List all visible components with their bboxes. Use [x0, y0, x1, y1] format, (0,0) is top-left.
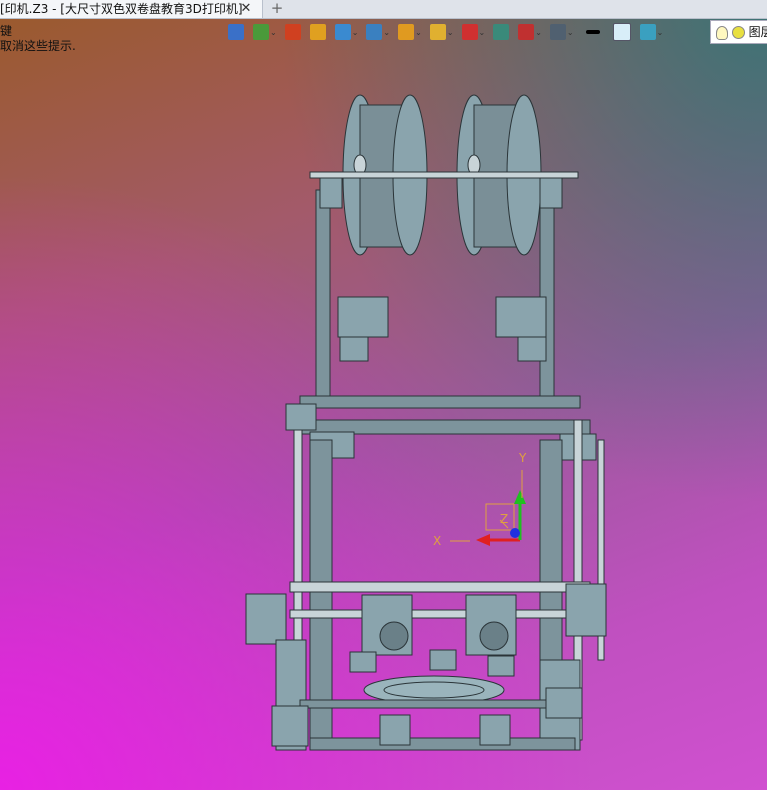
axis-label-y: Y: [519, 451, 527, 465]
left-z-motor: [245, 593, 287, 645]
chevron-down-icon[interactable]: ⌄: [447, 28, 454, 37]
pen-tool-icon: [284, 24, 301, 40]
toolbar-button-face[interactable]: [309, 22, 333, 42]
copy-shape-icon: [366, 24, 383, 40]
rotate-view-icon: [461, 24, 478, 40]
bottom-frame: [309, 737, 576, 751]
toolbar-button-view-fit[interactable]: [493, 22, 516, 42]
spool-rod: [309, 171, 579, 179]
layer-control[interactable]: 图层: [710, 20, 767, 44]
workplane-icon: [253, 24, 269, 40]
exit-sketch-icon: [228, 24, 244, 40]
toolbar-button-zoom[interactable]: ⌄: [429, 22, 460, 42]
toolbar-button-face-color[interactable]: [612, 22, 638, 42]
face-color-icon: [612, 23, 631, 41]
printer-model[interactable]: [0, 0, 767, 790]
view-fit-icon: [493, 24, 510, 40]
chevron-down-icon[interactable]: ⌄: [383, 28, 390, 37]
toolbar-button-display[interactable]: ⌄: [549, 22, 580, 42]
axis-label-z: Z: [500, 512, 509, 526]
lightbulb-icon[interactable]: [716, 25, 728, 40]
toolbar-button-workplane[interactable]: ⌄: [253, 22, 283, 42]
zoom-icon: [429, 24, 446, 40]
left-upper-frame: [315, 189, 331, 409]
new-tab-button[interactable]: +: [268, 0, 286, 18]
tab-bar: [印机.Z3 - [大尺寸双色双卷盘教育3D打印机] ✕ +: [0, 0, 767, 19]
toolbar-button-layers[interactable]: ⌄: [639, 22, 670, 42]
view-toolbar: ⌄ ⌄ ⌄ ⌄ ⌄ ⌄ ⌄ ⌄ ⌄: [228, 22, 669, 42]
tab-close-icon[interactable]: ✕: [238, 0, 254, 18]
chevron-down-icon[interactable]: ⌄: [270, 28, 277, 37]
chevron-down-icon[interactable]: ⌄: [352, 28, 359, 37]
snap-icon: [398, 24, 415, 40]
toolbar-button-snap[interactable]: ⌄: [398, 22, 428, 42]
section-icon: [518, 24, 535, 40]
axis-label-x: X: [433, 534, 442, 548]
chevron-down-icon[interactable]: ⌄: [415, 28, 422, 37]
toolbar-button-copy-shape[interactable]: ⌄: [366, 22, 396, 42]
toolbar-button-pen-tool[interactable]: [284, 22, 308, 42]
chevron-down-icon[interactable]: ⌄: [535, 28, 542, 37]
layer-label: 图层: [748, 25, 767, 39]
layers-icon: [639, 24, 656, 40]
toolbar-button-rotate-view[interactable]: ⌄: [461, 22, 492, 42]
hint-line-1: 键: [0, 24, 13, 38]
right-extruder-motor: [495, 296, 547, 338]
document-tab-title: [印机.Z3 - [大尺寸双色双卷盘教育3D打印机]: [0, 2, 243, 16]
coordinate-triad: [450, 470, 526, 546]
solid-box-icon: [334, 24, 351, 40]
document-tab[interactable]: [印机.Z3 - [大尺寸双色双卷盘教育3D打印机]: [0, 0, 263, 18]
chevron-down-icon[interactable]: ⌄: [479, 28, 486, 37]
toolbar-button-exit-sketch[interactable]: [228, 22, 251, 42]
line-color-icon: [585, 30, 600, 34]
chevron-down-icon[interactable]: ⌄: [567, 28, 574, 37]
toolbar-button-solid-box[interactable]: ⌄: [334, 22, 365, 42]
toolbar-button-line-color[interactable]: [582, 22, 611, 42]
hint-line-2: 取消这些提示.: [0, 39, 76, 53]
layer-color-icon[interactable]: [731, 26, 745, 39]
display-icon: [549, 24, 566, 40]
toolbar-button-section[interactable]: ⌄: [518, 22, 548, 42]
right-z-motor: [565, 583, 607, 637]
chevron-down-icon[interactable]: ⌄: [657, 28, 664, 37]
face-icon: [309, 24, 326, 40]
left-extruder-motor: [337, 296, 389, 338]
